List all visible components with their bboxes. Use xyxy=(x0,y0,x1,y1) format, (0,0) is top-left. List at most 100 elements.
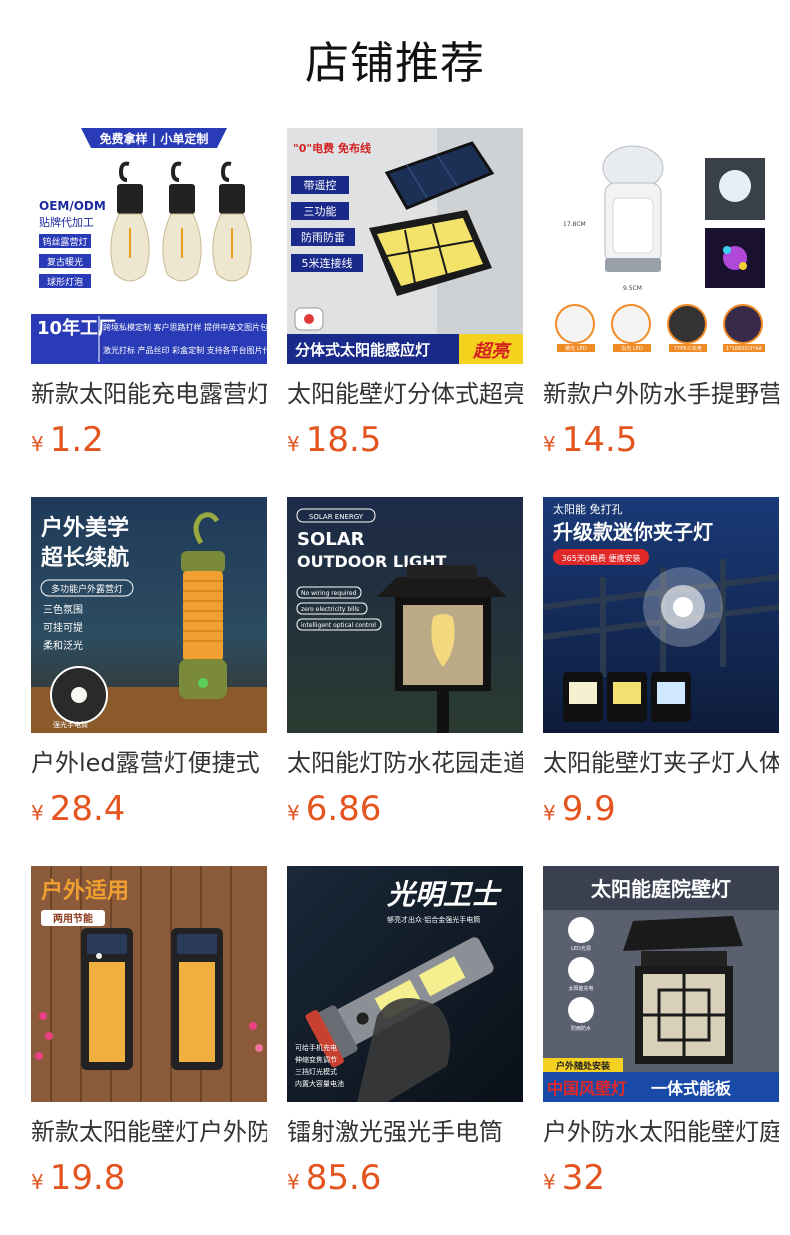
product-price: ¥32 xyxy=(543,1157,779,1199)
image-corner-text: "0"电费 免布线 xyxy=(293,141,371,155)
currency-symbol: ¥ xyxy=(543,432,556,456)
price-value: 19.8 xyxy=(49,1158,126,1198)
currency-symbol: ¥ xyxy=(287,801,300,825)
price-value: 28.4 xyxy=(49,789,126,829)
feature-text: 三挡灯光模式 xyxy=(295,1067,337,1076)
product-price: ¥6.86 xyxy=(287,788,523,830)
image-badge: 365天0电费 便携安装 xyxy=(562,553,641,563)
image-headline: 户外适用 xyxy=(41,878,129,904)
feature-icon-label: 太阳能充电 xyxy=(568,985,593,992)
product-grid: 免费拿样 | 小单定制 OEM/ODM 贴牌代加工 钨丝露营灯 复古暖光 球形灯… xyxy=(31,128,779,1235)
image-footer-white: 一体式能板 xyxy=(651,1079,732,1098)
product-name[interactable]: 镭射激光强光手电筒 xyxy=(287,1117,523,1147)
product-image[interactable]: 17.8CM 9.5CM 暖光 LED 白光 LED TYPE-C充电 1*18… xyxy=(543,128,779,364)
product-image[interactable]: "0"电费 免布线 带遥控 三功能 防雨防雷 5米连接线 分体式太阳能感应灯 超… xyxy=(287,128,523,364)
currency-symbol: ¥ xyxy=(31,801,44,825)
price-value: 18.5 xyxy=(305,420,382,460)
product-card[interactable]: 光明卫士 够亮才出众·铝合金强光手电筒 可给手机充电 伸缩变焦调节 三挡灯光模式 xyxy=(287,866,523,1235)
product-name[interactable]: 太阳能灯防水花园走道灯 xyxy=(287,748,523,778)
feature-label: 白光 LED xyxy=(621,345,643,352)
feature-pill: intelligent optical control xyxy=(301,622,376,629)
product-price: ¥18.5 xyxy=(287,419,523,461)
image-tag: SOLAR ENERGY xyxy=(309,513,364,521)
currency-symbol: ¥ xyxy=(543,801,556,825)
image-oem-sub-text: 贴牌代加工 xyxy=(39,215,94,229)
image-headline: 光明卫士 xyxy=(386,878,502,911)
image-tag-text: 球形灯泡 xyxy=(47,276,83,288)
feature-tag: 三功能 xyxy=(304,204,337,218)
feature-label: TYPE-C充电 xyxy=(673,345,702,352)
product-image[interactable]: 太阳能庭院壁灯 LED光源 太阳能充电 防雨防水 户外随处安装 中国风壁灯 一体… xyxy=(543,866,779,1102)
product-card[interactable]: 17.8CM 9.5CM 暖光 LED 白光 LED TYPE-C充电 1*18… xyxy=(543,128,779,497)
image-badge: 户外随处安装 xyxy=(556,1060,611,1072)
image-tag-text: 复古暖光 xyxy=(47,256,83,268)
feature-text: 可给手机充电 xyxy=(295,1043,337,1052)
price-value: 6.86 xyxy=(305,789,382,829)
image-tag-text: 钨丝露营灯 xyxy=(42,236,87,248)
image-badge: 两用节能 xyxy=(53,912,93,925)
price-value: 85.6 xyxy=(305,1158,382,1198)
page-title: 店铺推荐 xyxy=(305,38,485,89)
feature-label: 暖光 LED xyxy=(565,345,587,352)
product-name[interactable]: 太阳能壁灯夹子灯人体感应 xyxy=(543,748,779,778)
feature-pill: No wiring required xyxy=(301,590,357,597)
image-caption: 强光手电筒 xyxy=(53,720,88,729)
product-image[interactable]: 户外美学 超长续航 多功能户外露营灯 三色氛围 可挂可提 柔和泛光 强光手电筒 xyxy=(31,497,267,733)
product-card[interactable]: "0"电费 免布线 带遥控 三功能 防雨防雷 5米连接线 分体式太阳能感应灯 超… xyxy=(287,128,523,497)
currency-symbol: ¥ xyxy=(31,432,44,456)
feature-text: 柔和泛光 xyxy=(43,639,83,652)
image-subheadline: 够亮才出众·铝合金强光手电筒 xyxy=(387,915,480,924)
feature-text: 三色氛围 xyxy=(43,603,83,616)
image-headline: 超长续航 xyxy=(41,545,129,571)
product-image[interactable]: SOLAR ENERGY SOLAR OUTDOOR LIGHT No wiri… xyxy=(287,497,523,733)
currency-symbol: ¥ xyxy=(287,432,300,456)
product-image[interactable]: 太阳能 免打孔 升级款迷你夹子灯 365天0电费 便携安装 xyxy=(543,497,779,733)
feature-text: 伸缩变焦调节 xyxy=(295,1055,337,1064)
product-image[interactable]: 光明卫士 够亮才出众·铝合金强光手电筒 可给手机充电 伸缩变焦调节 三挡灯光模式 xyxy=(287,866,523,1102)
product-name[interactable]: 太阳能壁灯分体式超亮 xyxy=(287,379,523,409)
image-footer-red: 中国风壁灯 xyxy=(547,1079,627,1098)
product-name[interactable]: 新款太阳能充电露营灯 xyxy=(31,379,267,409)
image-headline: 升级款迷你夹子灯 xyxy=(553,520,713,544)
product-card[interactable]: 免费拿样 | 小单定制 OEM/ODM 贴牌代加工 钨丝露营灯 复古暖光 球形灯… xyxy=(31,128,267,497)
product-price: ¥19.8 xyxy=(31,1157,267,1199)
image-top-text: 太阳能 免打孔 xyxy=(553,502,623,516)
feature-icon-label: LED光源 xyxy=(571,945,591,952)
feature-text: 可挂可提 xyxy=(43,621,83,634)
product-image[interactable]: 户外适用 两用节能 xyxy=(31,866,267,1102)
price-value: 14.5 xyxy=(561,420,638,460)
image-footer-text: 跨境私模定制 客户思路打样 提供中英文图片包 认证齐全 xyxy=(103,322,267,332)
currency-symbol: ¥ xyxy=(31,1170,44,1194)
product-name[interactable]: 新款户外防水手提野营灯 xyxy=(543,379,779,409)
product-card[interactable]: 户外美学 超长续航 多功能户外露营灯 三色氛围 可挂可提 柔和泛光 强光手电筒 … xyxy=(31,497,267,866)
image-headline: SOLAR xyxy=(297,529,365,550)
dimension-width: 9.5CM xyxy=(623,285,642,292)
image-headline: 户外美学 xyxy=(41,515,129,541)
feature-pill: zero electricity bills xyxy=(301,606,359,613)
feature-tag: 带遥控 xyxy=(304,178,337,192)
product-card[interactable]: 太阳能 免打孔 升级款迷你夹子灯 365天0电费 便携安装 太阳能壁灯夹子灯人体… xyxy=(543,497,779,866)
image-oem-text: OEM/ODM xyxy=(39,199,106,213)
image-footer-emphasis: 超亮 xyxy=(472,341,512,362)
product-name[interactable]: 新款太阳能壁灯户外防水 xyxy=(31,1117,267,1147)
product-price: ¥9.9 xyxy=(543,788,779,830)
feature-icon-label: 防雨防水 xyxy=(571,1025,591,1032)
price-value: 9.9 xyxy=(561,789,616,829)
dimension-height: 17.8CM xyxy=(563,221,586,228)
product-name[interactable]: 户外led露营灯便捷式 xyxy=(31,748,267,778)
product-image[interactable]: 免费拿样 | 小单定制 OEM/ODM 贴牌代加工 钨丝露营灯 复古暖光 球形灯… xyxy=(31,128,267,364)
product-card[interactable]: 户外适用 两用节能 新款太阳能壁灯户外防水 ¥19.8 xyxy=(31,866,267,1235)
feature-text: 内置大容量电池 xyxy=(295,1079,344,1088)
image-pill: 多功能户外露营灯 xyxy=(51,583,123,595)
product-card[interactable]: SOLAR ENERGY SOLAR OUTDOOR LIGHT No wiri… xyxy=(287,497,523,866)
currency-symbol: ¥ xyxy=(543,1170,556,1194)
product-card[interactable]: 太阳能庭院壁灯 LED光源 太阳能充电 防雨防水 户外随处安装 中国风壁灯 一体… xyxy=(543,866,779,1235)
feature-tag: 5米连接线 xyxy=(302,256,353,270)
image-banner-text: 免费拿样 | 小单定制 xyxy=(100,131,209,146)
product-price: ¥85.6 xyxy=(287,1157,523,1199)
feature-label: 1*18650/3*AA xyxy=(726,346,763,352)
product-name[interactable]: 户外防水太阳能壁灯庭院灯 xyxy=(543,1117,779,1147)
product-price: ¥28.4 xyxy=(31,788,267,830)
product-price: ¥1.2 xyxy=(31,419,267,461)
image-footer-text: 激光打标 产品丝印 彩盒定制 支持各平台图片代发 xyxy=(103,345,267,355)
